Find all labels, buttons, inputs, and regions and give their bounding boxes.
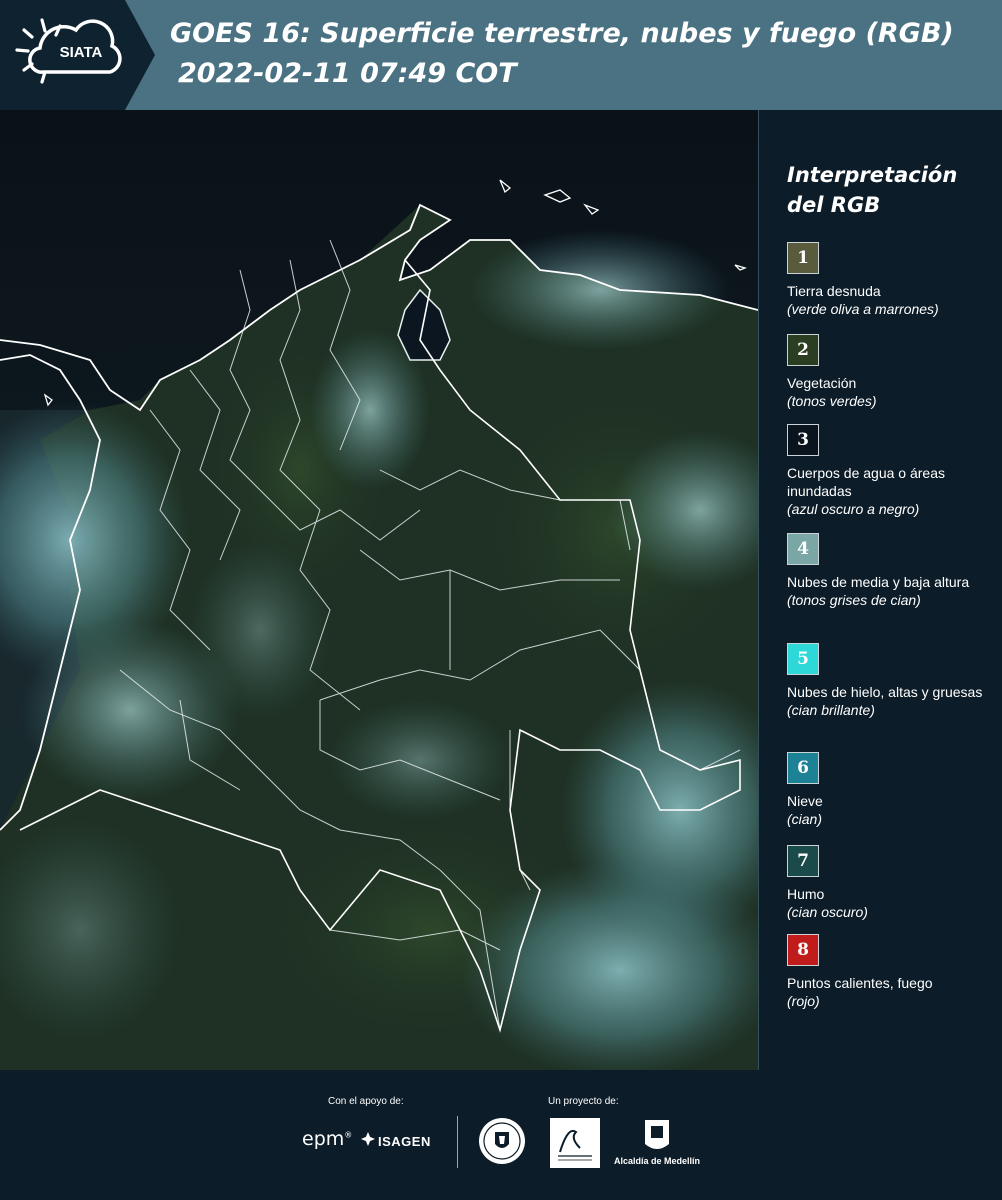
legend-item-vegetation: 2 Vegetación (tonos verdes)	[787, 334, 992, 410]
legend-item-name: Nieve	[787, 793, 823, 809]
cloud-central-andes	[190, 540, 330, 720]
legend-swatch: 3	[787, 424, 819, 456]
legend-item-name: Nubes de hielo, altas y gruesas	[787, 684, 983, 700]
legend-swatch: 6	[787, 752, 819, 784]
legend-title-line2: del RGB	[787, 193, 881, 217]
rgb-legend: Interpretación del RGB 1 Tierra desnuda …	[787, 160, 997, 1009]
cloud-caribbean	[470, 230, 730, 350]
legend-item-mid-low-clouds: 4 Nubes de media y baja altura (tonos gr…	[787, 533, 992, 609]
legend-title-line1: Interpretación	[787, 163, 958, 187]
legend-item-water: 3 Cuerpos de agua o áreas inundadas (azu…	[787, 424, 992, 518]
header-bar: SIATA GOES 16: Superficie terrestre, nub…	[0, 0, 1002, 110]
legend-item-name: Tierra desnuda	[787, 283, 881, 299]
legend-item-desc: (verde oliva a marrones)	[787, 301, 939, 317]
legend-item-fire: 8 Puntos calientes, fuego (rojo)	[787, 934, 992, 1010]
legend-title: Interpretación del RGB	[787, 160, 997, 220]
legend-item-desc: (cian brillante)	[787, 702, 875, 718]
cloud-guaviare	[330, 700, 510, 820]
rgb-composite-image	[0, 110, 758, 1070]
legend-swatch: 4	[787, 533, 819, 565]
legend-item-desc: (rojo)	[787, 993, 820, 1009]
legend-item-snow: 6 Nieve (cian)	[787, 752, 992, 828]
support-label: Con el apoyo de:	[328, 1096, 404, 1107]
legend-swatch: 5	[787, 643, 819, 675]
logo-text: SIATA	[59, 44, 103, 61]
university-seal-icon	[479, 1118, 525, 1164]
alcaldia-shield-icon	[645, 1120, 669, 1149]
area-metropolitana-logo	[550, 1118, 600, 1168]
epm-logo-text: epm	[302, 1128, 345, 1150]
cloud-catatumbo	[310, 330, 430, 490]
siata-logo: SIATA	[0, 0, 155, 110]
legend-item-smoke: 7 Humo (cian oscuro)	[787, 845, 992, 921]
legend-swatch: 1	[787, 242, 819, 274]
epm-logo: epm®	[302, 1128, 353, 1150]
isagen-icon	[361, 1132, 375, 1146]
legend-swatch: 7	[787, 845, 819, 877]
footer-sponsors: Con el apoyo de: Un proyecto de: epm® IS…	[0, 1070, 1002, 1200]
project-label: Un proyecto de:	[548, 1096, 619, 1107]
legend-item-name: Nubes de media y baja altura	[787, 574, 970, 590]
alcaldia-logo-text: Alcaldía de Medellín	[613, 1156, 701, 1166]
legend-item-desc: (cian)	[787, 811, 823, 827]
legend-item-name: Puntos calientes, fuego	[787, 975, 933, 991]
image-timestamp: 2022-02-11 07:49 COT	[178, 58, 517, 89]
legend-item-desc: (azul oscuro a negro)	[787, 501, 920, 517]
isagen-logo: ISAGEN	[378, 1134, 431, 1149]
legend-item-name: Humo	[787, 886, 825, 902]
legend-item-name: Cuerpos de agua o áreas inundadas	[787, 465, 945, 499]
legend-item-desc: (tonos grises de cian)	[787, 592, 921, 608]
legend-swatch: 8	[787, 934, 819, 966]
legend-item-desc: (cian oscuro)	[787, 904, 868, 920]
satellite-map	[0, 110, 759, 1070]
legend-item-ice-clouds: 5 Nubes de hielo, altas y gruesas (cian …	[787, 643, 992, 719]
footer-divider	[457, 1116, 458, 1168]
legend-item-bare-soil: 1 Tierra desnuda (verde oliva a marrones…	[787, 242, 992, 318]
page-title: GOES 16: Superficie terrestre, nubes y f…	[170, 18, 954, 49]
legend-item-desc: (tonos verdes)	[787, 393, 877, 409]
legend-item-name: Vegetación	[787, 375, 857, 391]
legend-swatch: 2	[787, 334, 819, 366]
